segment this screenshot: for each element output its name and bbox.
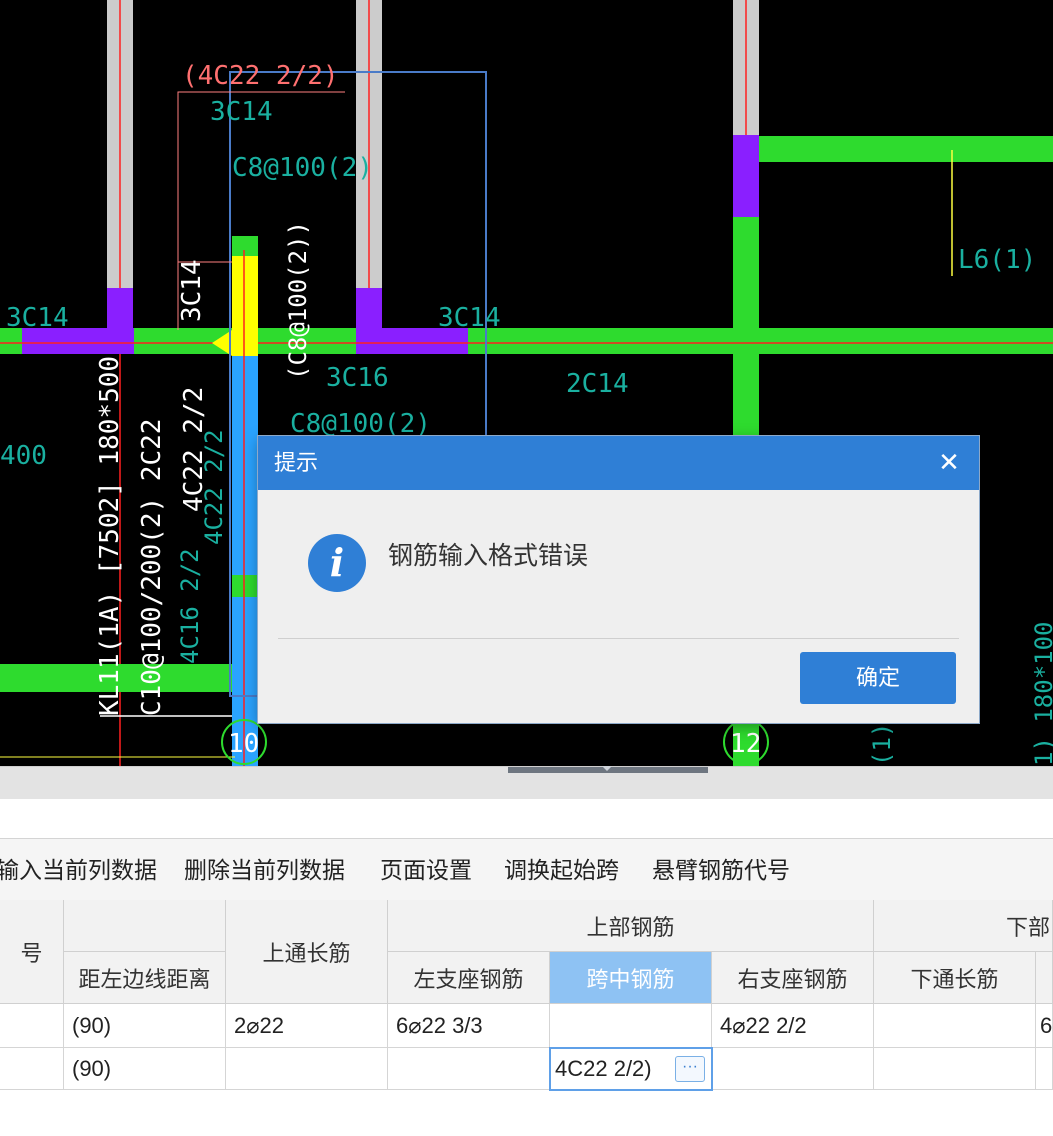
close-icon[interactable]: ✕	[933, 446, 965, 478]
cad-label-stirrup-a: C8@100(2)	[232, 153, 373, 183]
cad-label-stirrup-b: C8@100(2)	[290, 409, 431, 439]
row2-right-support[interactable]	[713, 1048, 874, 1090]
toolbar-cantilever-rebar-code[interactable]: 悬臂钢筋代号	[652, 839, 790, 901]
ellipsis-icon[interactable]: ···	[675, 1056, 705, 1082]
header-top-through: 上通长筋	[226, 900, 388, 1004]
toolbar-swap-start-span[interactable]: 调换起始跨	[504, 839, 619, 901]
header-group-top-rebar: 上部钢筋	[388, 900, 874, 952]
row2-extra[interactable]	[1036, 1048, 1053, 1090]
ok-button[interactable]: 确定	[800, 652, 956, 704]
row1-top-through[interactable]: 2⌀22	[226, 1004, 388, 1048]
row1-extra[interactable]: 6	[1036, 1004, 1053, 1048]
row2-bottom-through[interactable]	[874, 1048, 1036, 1090]
dialog-divider	[278, 638, 959, 639]
mid-span-input-value[interactable]: 4C22 2/2)	[555, 1056, 652, 1082]
cad-label-stirrup-vertical: (C8@100(2))	[284, 221, 312, 380]
row2-top-through[interactable]	[226, 1048, 388, 1090]
dialog-titlebar[interactable]: 提示 ✕	[258, 436, 979, 490]
toolbar-page-setup[interactable]: 页面设置	[380, 839, 472, 901]
cad-label-kl-line2: C10@100/200(2) 2C22	[137, 419, 167, 716]
row1-mid-span[interactable]	[550, 1004, 712, 1048]
cad-label-4c22: (4C22 2/2)	[182, 61, 339, 91]
row1-index[interactable]	[0, 1004, 64, 1048]
row1-left-support[interactable]: 6⌀22 3/3	[388, 1004, 550, 1048]
header-bottom-through[interactable]: 下通长筋	[874, 952, 1036, 1004]
cad-label-2c14: 2C14	[566, 369, 629, 399]
cad-label-l6: L6(1)	[958, 245, 1036, 275]
dialog-title: 提示	[274, 450, 319, 475]
cad-label-right-edge-2: 1) 180*100	[1030, 622, 1053, 767]
toolbar-input-current-column[interactable]: 输入当前列数据	[0, 839, 157, 901]
row1-dist-left[interactable]: (90)	[64, 1004, 226, 1048]
header-left-support[interactable]: 左支座钢筋	[388, 952, 550, 1004]
toolbar-delete-current-column[interactable]: 删除当前列数据	[184, 839, 345, 901]
dialog-message: 钢筋输入格式错误	[388, 542, 589, 570]
row2-mid-span-editor[interactable]: 4C22 2/2) ···	[549, 1047, 713, 1091]
cad-label-3c14-vertical: 3C14	[177, 259, 207, 322]
header-right-support[interactable]: 右支座钢筋	[712, 952, 874, 1004]
row2-dist-left[interactable]: (90)	[64, 1048, 226, 1090]
header-group-bottom-rebar: 下部	[874, 900, 1053, 952]
cad-label-400: 400	[0, 441, 47, 471]
collapse-arrow-icon[interactable]	[602, 766, 612, 771]
info-icon: i	[308, 534, 366, 592]
cad-label-3c14-left: 3C14	[6, 303, 69, 333]
cad-label-kl-line4: 4C22 2/2	[200, 429, 228, 545]
alert-dialog: 提示 ✕ i 钢筋输入格式错误 确定	[258, 436, 979, 723]
cad-label-right-edge-1: (1)	[868, 723, 896, 766]
panel-splitter[interactable]	[0, 766, 1053, 799]
grid-toolbar: 输入当前列数据 删除当前列数据 页面设置 调换起始跨 悬臂钢筋代号	[0, 838, 1053, 901]
row2-index[interactable]	[0, 1048, 64, 1090]
header-extra	[1036, 952, 1053, 1004]
row1-right-support[interactable]: 4⌀22 2/2	[712, 1004, 874, 1048]
cad-label-kl-line5: 4C16 2/2	[176, 548, 204, 664]
cad-label-3c16: 3C16	[326, 363, 389, 393]
axis-label-10: 10	[228, 729, 259, 759]
header-blank	[64, 900, 226, 952]
cad-label-3c14-mid: 3C14	[438, 303, 501, 333]
header-mid-span[interactable]: 跨中钢筋	[550, 952, 712, 1004]
row2-left-support[interactable]	[388, 1048, 550, 1090]
axis-label-12: 12	[730, 729, 761, 759]
header-dist-left: 距左边线距离	[64, 952, 226, 1004]
cad-label-kl-line1: KL11(1A) [7502] 180*500	[95, 356, 125, 716]
row1-bottom-through[interactable]	[874, 1004, 1036, 1048]
cad-label-3c14-top: 3C14	[210, 97, 273, 127]
header-col0: 号	[0, 900, 64, 1004]
rebar-table: 号 距左边线距离 上通长筋 上部钢筋 下部 左支座钢筋 跨中钢筋 右支座钢筋 下…	[0, 900, 1053, 1136]
